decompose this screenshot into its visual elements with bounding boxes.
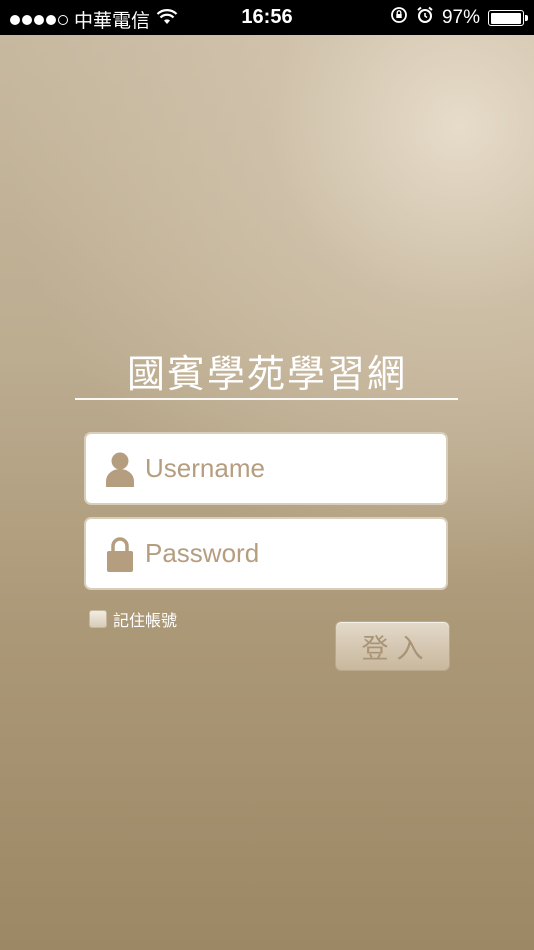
remember-checkbox[interactable]	[89, 610, 107, 628]
remember-account[interactable]: 記住帳號	[89, 607, 177, 631]
title-divider	[75, 398, 458, 400]
status-bar: 中華電信 16:56 97%	[0, 0, 534, 35]
rotation-lock-icon	[390, 6, 408, 30]
battery-level	[490, 12, 521, 24]
user-icon	[103, 449, 137, 489]
battery-percentage: 97%	[441, 7, 480, 28]
app-title: 國賓學苑學習網	[126, 352, 407, 396]
status-right: 97%	[390, 6, 528, 30]
username-input[interactable]	[145, 453, 435, 484]
battery-icon	[488, 10, 528, 26]
lock-icon	[103, 534, 137, 574]
username-field[interactable]	[84, 432, 448, 505]
remember-label: 記住帳號	[113, 611, 178, 630]
login-screen: 國賓學苑學習網 記住帳號 登入	[0, 35, 534, 950]
alarm-icon	[416, 6, 434, 30]
login-button[interactable]: 登入	[335, 621, 450, 671]
password-field[interactable]	[84, 517, 448, 590]
password-input[interactable]	[145, 538, 435, 569]
